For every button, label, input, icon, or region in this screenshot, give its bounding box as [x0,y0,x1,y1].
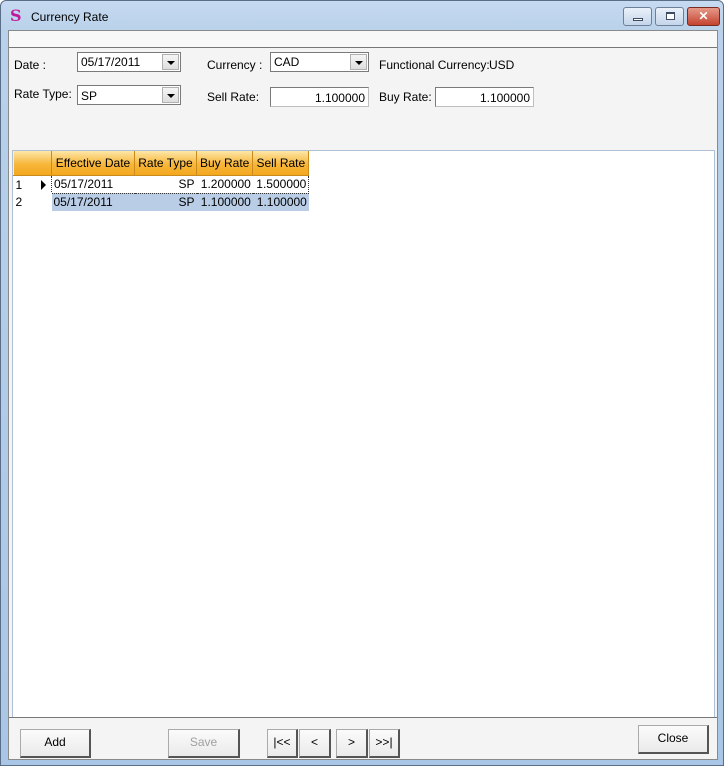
cell-sell-rate[interactable]: 1.500000 [252,174,310,194]
cell-rate-type[interactable]: SP [134,174,197,194]
title-bar[interactable]: S Currency Rate ✕ [1,1,723,31]
row-header[interactable]: 2 [13,193,52,211]
table-row[interactable]: 2 05/17/2011 SP 1.100000 1.100000 [13,193,309,211]
cell-buy-rate[interactable]: 1.100000 [196,193,253,211]
close-window-button[interactable]: ✕ [687,7,720,26]
cell-rate-type[interactable]: SP [134,193,197,211]
row-number: 2 [15,195,23,209]
table-row[interactable]: 1 05/17/2011 SP 1.200000 1.500000 [13,174,310,194]
last-record-button[interactable]: >>| [369,729,400,758]
row-header[interactable]: 1 [13,175,52,193]
chevron-down-icon[interactable] [162,54,179,70]
rates-grid[interactable]: Effective Date Rate Type Buy Rate Sell R… [12,150,715,719]
close-icon: ✕ [698,9,709,23]
functional-currency-value: USD [489,58,515,72]
sell-rate-value: 1.100000 [314,91,365,105]
cell-buy-rate[interactable]: 1.200000 [196,174,253,194]
current-row-pointer-icon [40,179,46,190]
chevron-down-icon[interactable] [162,87,179,103]
first-record-button[interactable]: |<< [267,729,298,758]
app-s-logo-icon: S [10,6,22,25]
column-header-buy-rate[interactable]: Buy Rate [195,151,254,176]
toolbar-strip [9,31,717,48]
column-header-sell-rate[interactable]: Sell Rate [252,151,310,176]
cell-effective-date[interactable]: 05/17/2011 [51,174,135,194]
close-button[interactable]: Close [638,725,709,754]
buy-rate-value: 1.100000 [479,91,530,105]
buy-rate-label: Buy Rate: [379,90,432,104]
currency-value: CAD [274,55,300,69]
rate-type-label: Rate Type: [14,87,72,101]
cell-sell-rate[interactable]: 1.100000 [252,193,309,211]
add-button[interactable]: Add [20,729,91,758]
buy-rate-input[interactable]: 1.100000 [435,87,534,107]
date-label: Date : [14,58,47,72]
minimize-button[interactable] [623,7,652,26]
previous-record-button[interactable]: < [299,729,331,758]
column-header-effective-date[interactable]: Effective Date [51,151,135,176]
maximize-icon [666,12,675,20]
currency-select[interactable]: CAD [270,52,369,72]
button-bar: Add Save |<< < > >>| Close [9,717,717,759]
next-record-button[interactable]: > [336,729,368,758]
date-picker[interactable]: 05/17/2011 [77,52,181,72]
date-value: 05/17/2011 [81,55,141,69]
maximize-button[interactable] [655,7,684,26]
currency-label: Currency : [207,58,263,72]
form-client-area: Date : 05/17/2011 Currency : CAD Functio… [8,30,718,760]
row-header-corner[interactable] [13,151,52,176]
save-button[interactable]: Save [168,729,240,758]
rate-type-select[interactable]: SP [77,85,181,105]
column-header-rate-type[interactable]: Rate Type [134,151,197,176]
currency-rate-window: S Currency Rate ✕ Date : 05/17/2011 Curr… [0,0,724,766]
functional-currency-label: Functional Currency: [379,58,490,72]
chevron-down-icon[interactable] [350,54,367,70]
sell-rate-input[interactable]: 1.100000 [270,87,369,107]
row-number: 1 [15,177,23,192]
cell-effective-date[interactable]: 05/17/2011 [51,193,135,211]
minimize-icon [633,18,643,21]
window-title: Currency Rate [31,10,109,24]
sell-rate-label: Sell Rate: [207,90,260,104]
rate-type-value: SP [81,89,98,103]
